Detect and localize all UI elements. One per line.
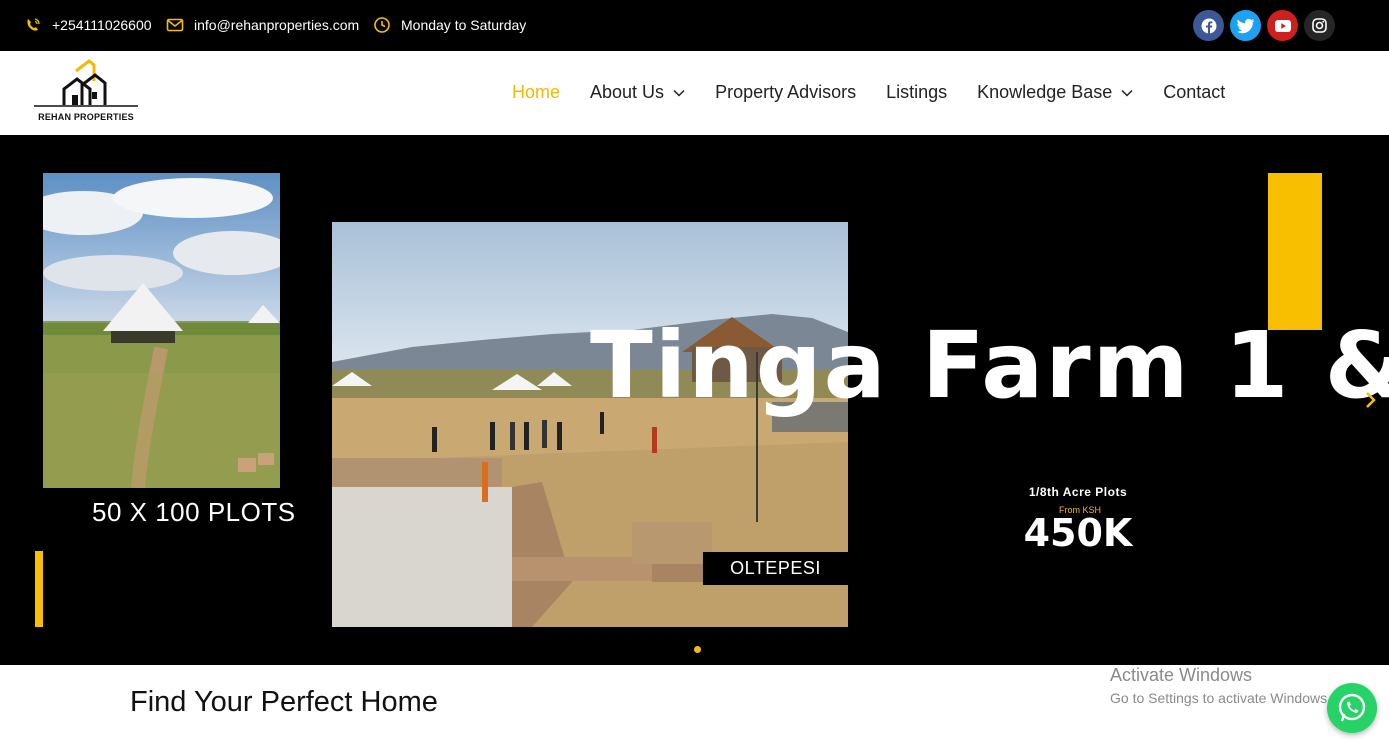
plot-size-label: 1/8th Acre Plots: [1028, 485, 1128, 499]
chevron-right-icon[interactable]: [1362, 389, 1378, 411]
nav-contact[interactable]: Contact: [1163, 82, 1225, 103]
chevron-down-icon: [1121, 89, 1133, 97]
slider-dot[interactable]: [694, 646, 701, 653]
mail-icon: [166, 18, 184, 32]
nav-listings-label: Listings: [886, 82, 948, 102]
youtube-icon[interactable]: [1267, 10, 1298, 41]
whatsapp-button[interactable]: [1327, 683, 1377, 733]
logo-text: REHAN PROPERTIES: [38, 112, 134, 122]
instagram-icon[interactable]: [1304, 10, 1335, 41]
section-title: Find Your Perfect Home: [130, 686, 438, 718]
windows-activation-watermark: Activate Windows Go to Settings to activ…: [1110, 665, 1331, 706]
nav-knowledge-base-label: Knowledge Base: [977, 82, 1113, 102]
activate-subtitle: Go to Settings to activate Windows.: [1110, 690, 1331, 706]
social-links: [1193, 10, 1335, 41]
top-bar: +254111026600 info@rehanproperties.com M…: [0, 0, 1389, 51]
plots-photo: [43, 173, 280, 488]
nav-about-us-label: About Us: [590, 82, 665, 102]
nav-listings[interactable]: Listings: [886, 82, 947, 103]
activate-title: Activate Windows: [1110, 665, 1253, 685]
hours-text: Monday to Saturday: [401, 17, 527, 33]
nav-about-us[interactable]: About Us: [590, 82, 685, 103]
hero-slider: 50 X 100 PLOTS Tinga Farm 1 OLTEPESI 1/8…: [0, 135, 1389, 665]
accent-bar-left: [35, 551, 43, 627]
nav-knowledge-base[interactable]: Knowledge Base: [977, 82, 1133, 103]
nav-home-label: Home: [512, 82, 561, 102]
main-nav: Home About Us Property Advisors Listings…: [512, 82, 1255, 103]
phone-contact[interactable]: +254111026600: [24, 16, 152, 34]
nav-contact-label: Contact: [1163, 82, 1226, 102]
whatsapp-icon: [1338, 693, 1366, 722]
accent-bar-right: [1268, 173, 1322, 330]
clock-icon: [374, 17, 390, 33]
email-contact[interactable]: info@rehanproperties.com: [166, 16, 359, 34]
location-tag: OLTEPESI: [703, 552, 848, 585]
price-value: 450K: [1023, 511, 1133, 555]
business-hours: Monday to Saturday: [373, 16, 526, 34]
twitter-icon[interactable]: [1230, 10, 1261, 41]
facebook-icon[interactable]: [1193, 10, 1224, 41]
email-address: info@rehanproperties.com: [194, 17, 360, 33]
site-header: REHAN PROPERTIES Home About Us Property …: [0, 51, 1389, 135]
plots-caption: 50 X 100 PLOTS: [92, 497, 296, 527]
hero-headline: Tinga Farm 1 & 2: [590, 312, 1389, 419]
nav-property-advisors[interactable]: Property Advisors: [715, 82, 856, 103]
nav-home[interactable]: Home: [512, 82, 560, 103]
phone-icon: [27, 18, 40, 31]
phone-number: +254111026600: [52, 17, 152, 33]
chevron-down-icon: [673, 89, 685, 97]
logo-mark: [34, 59, 138, 107]
site-logo[interactable]: REHAN PROPERTIES: [32, 59, 140, 125]
nav-property-advisors-label: Property Advisors: [715, 82, 857, 102]
